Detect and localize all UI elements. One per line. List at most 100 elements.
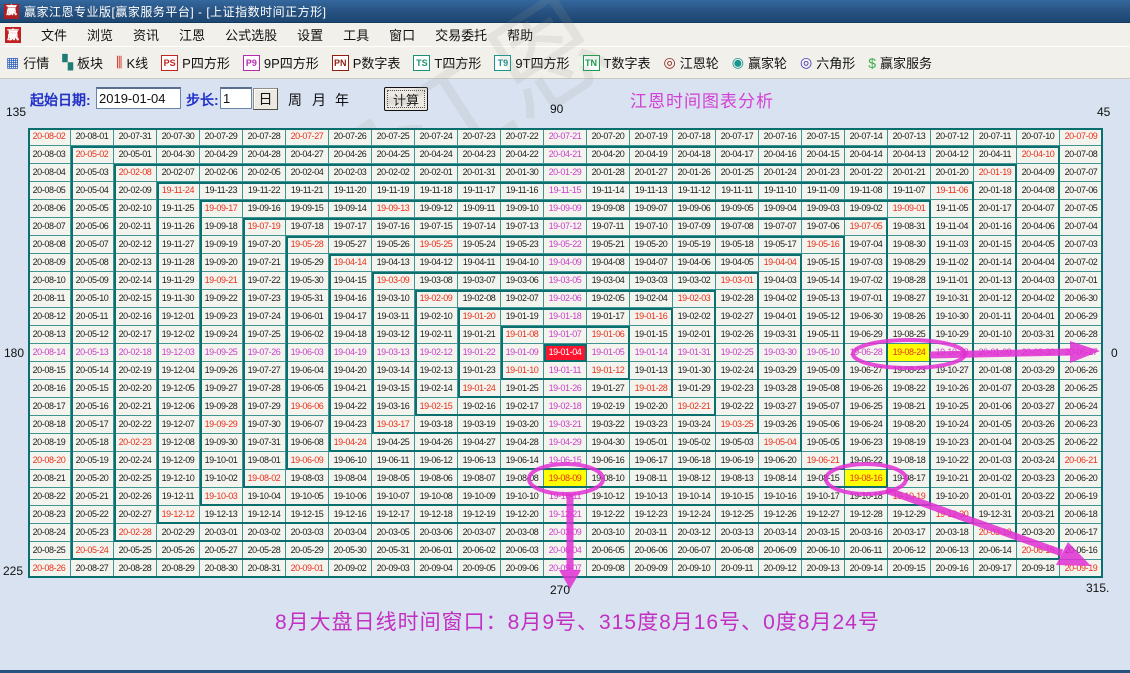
grid-cell[interactable]: 19-12-07 [157, 416, 200, 434]
grid-cell[interactable]: 20-06-14 [974, 542, 1017, 560]
grid-cell[interactable]: 20-07-09 [1060, 128, 1103, 146]
grid-cell[interactable]: 19-11-18 [415, 182, 458, 200]
grid-cell[interactable]: 20-01-14 [974, 254, 1017, 272]
grid-cell[interactable]: 20-08-05 [28, 182, 71, 200]
grid-cell[interactable]: 19-07-08 [716, 218, 759, 236]
grid-cell[interactable]: 19-03-26 [759, 416, 802, 434]
grid-cell[interactable]: 19-05-23 [501, 236, 544, 254]
grid-cell[interactable]: 19-10-29 [931, 326, 974, 344]
grid-cell[interactable]: 20-03-05 [372, 524, 415, 542]
grid-cell[interactable]: 19-10-09 [458, 488, 501, 506]
grid-cell[interactable]: 19-08-19 [888, 434, 931, 452]
grid-cell[interactable]: 19-03-15 [372, 380, 415, 398]
grid-cell[interactable]: 19-04-16 [329, 290, 372, 308]
grid-cell[interactable]: 19-01-14 [630, 344, 673, 362]
grid-cell[interactable]: 20-03-11 [630, 524, 673, 542]
grid-cell[interactable]: 19-12-08 [157, 434, 200, 452]
grid-cell[interactable]: 20-06-20 [1060, 470, 1103, 488]
grid-cell[interactable]: 20-05-25 [114, 542, 157, 560]
grid-cell[interactable]: 19-08-27 [888, 290, 931, 308]
grid-cell[interactable]: 19-04-20 [329, 362, 372, 380]
grid-cell[interactable]: 20-08-20 [28, 452, 71, 470]
toolbar-button-赢家轮[interactable]: ◉赢家轮 [732, 53, 787, 72]
grid-cell[interactable]: 20-03-03 [286, 524, 329, 542]
grid-cell[interactable]: 20-07-01 [1060, 272, 1103, 290]
grid-cell[interactable]: 19-06-01 [286, 308, 329, 326]
grid-cell[interactable]: 19-05-18 [716, 236, 759, 254]
grid-cell[interactable]: 19-04-24 [329, 434, 372, 452]
grid-cell[interactable]: 19-05-31 [286, 290, 329, 308]
grid-cell[interactable]: 19-10-03 [200, 488, 243, 506]
grid-cell[interactable]: 20-05-30 [329, 542, 372, 560]
grid-cell[interactable]: 20-04-30 [157, 146, 200, 164]
grid-cell[interactable]: 19-09-08 [587, 200, 630, 218]
grid-cell[interactable]: 19-05-21 [587, 236, 630, 254]
grid-cell[interactable]: 19-08-04 [329, 470, 372, 488]
grid-cell[interactable]: 20-07-23 [458, 128, 501, 146]
grid-cell[interactable]: 19-10-06 [329, 488, 372, 506]
grid-cell[interactable]: 19-08-18 [888, 452, 931, 470]
grid-cell[interactable]: 19-01-19 [501, 308, 544, 326]
grid-cell[interactable]: 19-11-02 [931, 254, 974, 272]
grid-cell[interactable]: 19-03-03 [630, 272, 673, 290]
grid-cell[interactable]: 20-07-05 [1060, 200, 1103, 218]
grid-cell[interactable]: 20-08-18 [28, 416, 71, 434]
toolbar-button-T四方形[interactable]: TST四方形 [413, 53, 481, 72]
grid-cell[interactable]: 20-07-22 [501, 128, 544, 146]
grid-cell[interactable]: 19-06-18 [673, 452, 716, 470]
step-input[interactable] [220, 87, 252, 109]
grid-cell[interactable]: 20-06-13 [931, 542, 974, 560]
grid-cell[interactable]: 19-01-11 [544, 362, 587, 380]
grid-cell[interactable]: 19-09-24 [200, 326, 243, 344]
grid-cell[interactable]: 20-07-11 [974, 128, 1017, 146]
grid-cell[interactable]: 20-08-28 [114, 560, 157, 578]
grid-cell[interactable]: 20-07-26 [329, 128, 372, 146]
grid-cell[interactable]: 20-08-27 [71, 560, 114, 578]
grid-cell[interactable]: 20-03-16 [845, 524, 888, 542]
grid-cell[interactable]: 20-07-03 [1060, 236, 1103, 254]
grid-cell[interactable]: 20-08-09 [28, 254, 71, 272]
grid-cell[interactable]: 20-09-12 [759, 560, 802, 578]
grid-cell[interactable]: 20-02-06 [200, 164, 243, 182]
grid-cell[interactable]: 19-03-09 [372, 272, 415, 290]
grid-cell[interactable]: 19-02-03 [673, 290, 716, 308]
grid-cell[interactable]: 19-06-24 [845, 416, 888, 434]
grid-cell[interactable]: 20-04-01 [1017, 308, 1060, 326]
grid-cell[interactable]: 20-08-13 [28, 326, 71, 344]
grid-cell[interactable]: 19-04-25 [372, 434, 415, 452]
grid-cell[interactable]: 20-07-12 [931, 128, 974, 146]
grid-cell[interactable]: 19-04-07 [630, 254, 673, 272]
grid-cell[interactable]: 19-07-21 [243, 254, 286, 272]
grid-cell[interactable]: 19-11-23 [200, 182, 243, 200]
menu-item-窗口[interactable]: 窗口 [379, 23, 425, 46]
grid-cell[interactable]: 20-04-11 [974, 146, 1017, 164]
grid-cell[interactable]: 19-05-27 [329, 236, 372, 254]
grid-cell[interactable]: 20-04-21 [544, 146, 587, 164]
grid-cell[interactable]: 19-12-29 [888, 506, 931, 524]
grid-cell[interactable]: 20-06-02 [458, 542, 501, 560]
grid-cell[interactable]: 19-02-13 [415, 362, 458, 380]
menu-item-帮助[interactable]: 帮助 [497, 23, 543, 46]
grid-cell[interactable]: 19-08-20 [888, 416, 931, 434]
grid-cell[interactable]: 20-03-20 [1017, 524, 1060, 542]
grid-cell[interactable]: 19-10-28 [931, 344, 974, 362]
grid-cell[interactable]: 19-05-14 [802, 272, 845, 290]
grid-cell[interactable]: 19-03-31 [759, 326, 802, 344]
grid-cell[interactable]: 19-08-05 [372, 470, 415, 488]
grid-cell[interactable]: 19-11-28 [157, 254, 200, 272]
grid-cell[interactable]: 19-04-08 [587, 254, 630, 272]
toolbar-button-六角形[interactable]: ◎六角形 [800, 53, 855, 72]
grid-cell[interactable]: 19-11-04 [931, 218, 974, 236]
grid-cell[interactable]: 19-09-16 [243, 200, 286, 218]
grid-cell[interactable]: 19-06-25 [845, 398, 888, 416]
grid-cell[interactable]: 20-06-25 [1060, 380, 1103, 398]
grid-cell[interactable]: 20-04-15 [802, 146, 845, 164]
toolbar-button-K线[interactable]: ⫼K线 [116, 53, 148, 72]
grid-cell[interactable]: 19-02-01 [673, 326, 716, 344]
grid-cell[interactable]: 20-02-05 [243, 164, 286, 182]
grid-cell[interactable]: 20-05-26 [157, 542, 200, 560]
grid-cell[interactable]: 19-08-03 [286, 470, 329, 488]
grid-cell[interactable]: 19-02-27 [716, 308, 759, 326]
grid-cell[interactable]: 19-12-02 [157, 326, 200, 344]
grid-cell[interactable]: 20-09-07 [544, 560, 587, 578]
